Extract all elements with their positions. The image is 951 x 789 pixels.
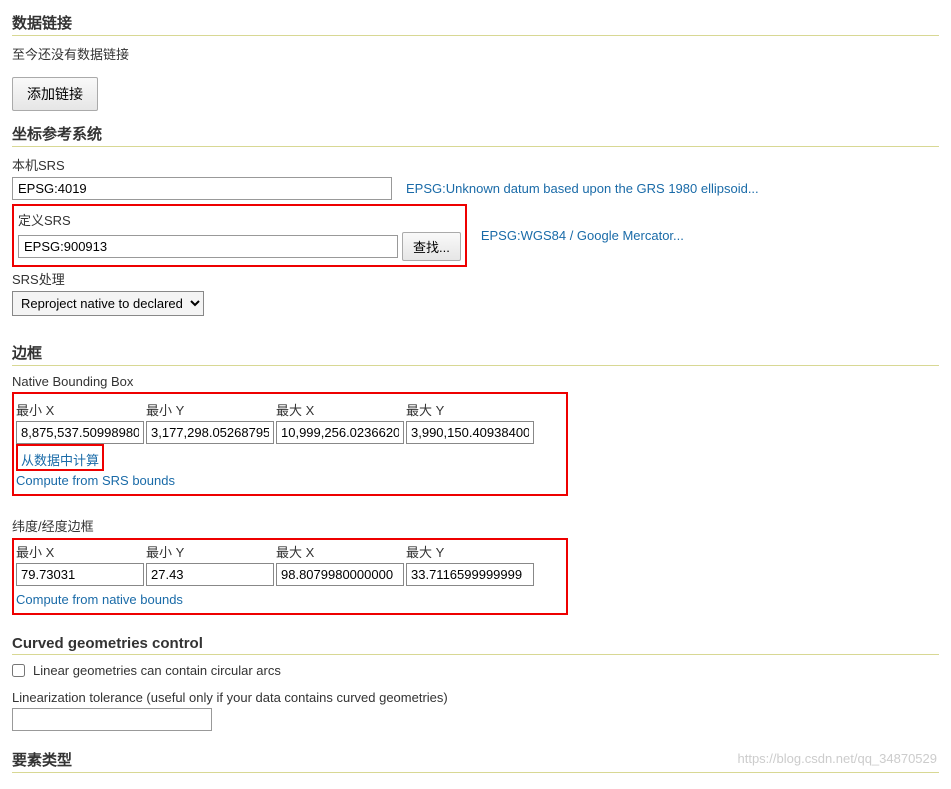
section-data-link-title: 数据链接: [12, 12, 939, 33]
section-feature-type-title: 要素类型: [12, 749, 939, 770]
highlight-declared-srs: 定义SRS 查找...: [12, 204, 467, 267]
bbox-header-maxy: 最大 Y: [406, 398, 536, 421]
section-bbox-title: 边框: [12, 342, 939, 363]
bbox-header-maxx: 最大 X: [276, 398, 406, 421]
native-miny-input[interactable]: [146, 421, 274, 444]
native-srs-link[interactable]: EPSG:Unknown datum based upon the GRS 19…: [406, 181, 759, 196]
native-maxx-input[interactable]: [276, 421, 404, 444]
add-link-button[interactable]: 添加链接: [12, 77, 98, 111]
divider: [12, 146, 939, 147]
declared-srs-label: 定义SRS: [18, 210, 461, 229]
native-srs-label: 本机SRS: [12, 155, 939, 174]
circular-arcs-row: Linear geometries can contain circular a…: [12, 663, 939, 678]
section-crs-title: 坐标参考系统: [12, 123, 939, 144]
native-srs-row: EPSG:Unknown datum based upon the GRS 19…: [12, 177, 939, 200]
divider: [12, 35, 939, 36]
native-maxy-input[interactable]: [406, 421, 534, 444]
highlight-native-bbox: 最小 X 最小 Y 最大 X 最大 Y 从数据中计算 Compute from …: [12, 392, 568, 496]
highlight-compute-data: 从数据中计算: [16, 444, 104, 471]
tolerance-input[interactable]: [12, 708, 212, 731]
srs-handling-select[interactable]: Reproject native to declared: [12, 291, 204, 316]
bbox-header-minx: 最小 X: [16, 540, 146, 563]
bbox-header-maxx: 最大 X: [276, 540, 406, 563]
srs-handling-label: SRS处理: [12, 269, 939, 288]
latlon-minx-input[interactable]: [16, 563, 144, 586]
section-curved-title: Curved geometries control: [12, 635, 939, 652]
native-bbox-table: 最小 X 最小 Y 最大 X 最大 Y: [16, 398, 536, 444]
latlon-maxx-input[interactable]: [276, 563, 404, 586]
compute-from-data-link[interactable]: 从数据中计算: [21, 450, 99, 469]
divider: [12, 772, 939, 773]
latlon-miny-input[interactable]: [146, 563, 274, 586]
bbox-header-miny: 最小 Y: [146, 540, 276, 563]
native-minx-input[interactable]: [16, 421, 144, 444]
circular-arcs-label: Linear geometries can contain circular a…: [33, 663, 281, 678]
declared-srs-link[interactable]: EPSG:WGS84 / Google Mercator...: [481, 228, 684, 243]
find-srs-button[interactable]: 查找...: [402, 232, 461, 261]
declared-srs-input[interactable]: [18, 235, 398, 258]
bbox-header-minx: 最小 X: [16, 398, 146, 421]
compute-from-srs-link[interactable]: Compute from SRS bounds: [16, 473, 175, 488]
tolerance-label: Linearization tolerance (useful only if …: [12, 690, 939, 705]
divider: [12, 654, 939, 655]
bbox-header-miny: 最小 Y: [146, 398, 276, 421]
native-bbox-label: Native Bounding Box: [12, 374, 939, 389]
data-link-empty: 至今还没有数据链接: [12, 44, 939, 63]
latlon-maxy-input[interactable]: [406, 563, 534, 586]
latlon-bbox-table: 最小 X 最小 Y 最大 X 最大 Y: [16, 540, 536, 586]
latlon-bbox-label: 纬度/经度边框: [12, 516, 939, 535]
highlight-latlon-bbox: 最小 X 最小 Y 最大 X 最大 Y Compute from native …: [12, 538, 568, 615]
compute-from-native-link[interactable]: Compute from native bounds: [16, 592, 183, 607]
divider: [12, 365, 939, 366]
declared-srs-row: 定义SRS 查找... EPSG:WGS84 / Google Mercator…: [12, 204, 939, 267]
circular-arcs-checkbox[interactable]: [12, 664, 25, 677]
native-srs-input[interactable]: [12, 177, 392, 200]
bbox-header-maxy: 最大 Y: [406, 540, 536, 563]
